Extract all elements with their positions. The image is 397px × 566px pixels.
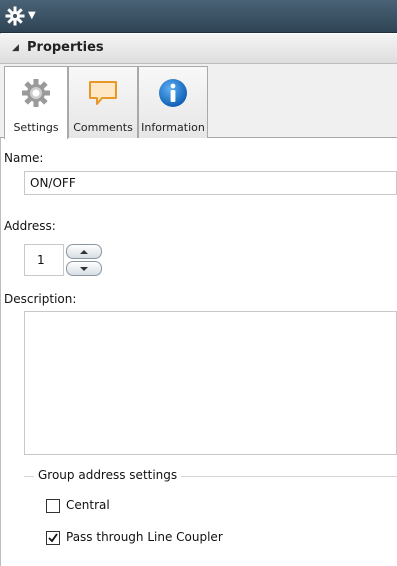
menu-dropdown-caret-icon[interactable]: ▼ [28, 10, 36, 22]
properties-tab-bar: Settings Comments Information [0, 64, 397, 139]
stepper-down-button[interactable] [66, 261, 102, 276]
speech-bubble-icon [89, 81, 117, 105]
stepper-up-button[interactable] [66, 244, 102, 259]
name-value: ON/OFF [30, 176, 76, 190]
checkmark-icon [48, 533, 58, 543]
gear-icon [22, 79, 50, 107]
section-title: Properties [27, 40, 104, 55]
name-label: Name: [4, 151, 44, 165]
central-label: Central [66, 498, 110, 512]
name-input[interactable]: ON/OFF [24, 171, 397, 195]
tab-information[interactable]: Information [138, 66, 208, 138]
group-address-settings-box: Group address settings [24, 468, 397, 560]
description-label: Description: [4, 292, 77, 306]
tab-label-settings: Settings [13, 121, 59, 134]
tab-settings[interactable]: Settings [4, 66, 68, 139]
address-input[interactable]: 1 [24, 244, 64, 276]
pass-through-checkbox[interactable] [46, 531, 60, 545]
tab-label-comments: Comments [73, 121, 133, 134]
arrow-up-icon [80, 250, 88, 254]
gear-icon[interactable] [4, 5, 26, 27]
collapse-triangle-icon[interactable]: ◢ [12, 43, 19, 53]
address-label: Address: [4, 219, 56, 233]
description-textarea[interactable] [24, 311, 397, 455]
window-titlebar: ▼ [0, 0, 397, 33]
info-icon [159, 79, 187, 107]
tab-label-information: Information [141, 121, 205, 134]
tab-comments[interactable]: Comments [68, 66, 138, 138]
group-title: Group address settings [34, 468, 182, 482]
pass-through-label: Pass through Line Coupler [66, 530, 223, 544]
address-stepper [66, 244, 102, 276]
properties-section-header[interactable]: ◢ Properties [0, 34, 397, 64]
address-value: 1 [37, 253, 45, 267]
arrow-down-icon [80, 267, 88, 271]
central-checkbox[interactable] [46, 499, 60, 513]
